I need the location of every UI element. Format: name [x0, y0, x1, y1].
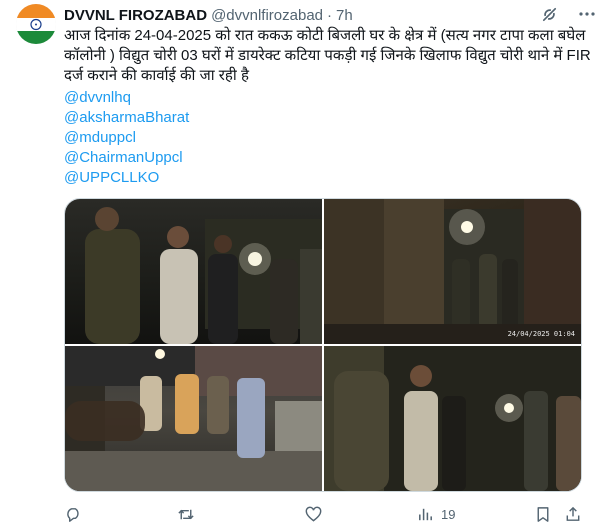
photo-2[interactable]: 24/04/2025 01:04 — [324, 199, 581, 344]
mention-link[interactable]: @aksharmaBharat — [64, 108, 189, 128]
bookmark-icon — [537, 506, 549, 522]
action-bar: 19 — [64, 504, 580, 524]
avatar[interactable] — [16, 4, 56, 44]
like-icon — [305, 506, 322, 522]
repost-button[interactable] — [176, 504, 196, 524]
bookmark-button[interactable] — [534, 504, 552, 524]
display-name[interactable]: DVVNL FIROZABAD — [64, 7, 207, 24]
photo-3[interactable] — [65, 346, 322, 491]
mention-list: @dvvnlhq @aksharmaBharat @mduppcl @Chair… — [64, 88, 189, 188]
post-header: DVVNL FIROZABAD @dvvnlfirozabad · 7h — [64, 4, 353, 26]
more-icon[interactable] — [577, 4, 597, 24]
photo-timestamp: 24/04/2025 01:04 — [507, 330, 575, 338]
repost-icon — [178, 509, 194, 519]
post-time[interactable]: 7h — [336, 7, 353, 24]
views-button[interactable]: 19 — [416, 504, 455, 524]
mention-link[interactable]: @mduppcl — [64, 128, 189, 148]
share-icon — [566, 506, 580, 521]
photo-1[interactable] — [65, 199, 322, 344]
post-body: आज दिनांक 24-04-2025 को रात ककऊ कोटी बिज… — [64, 27, 591, 84]
grok-icon[interactable] — [539, 4, 559, 24]
views-count: 19 — [441, 506, 456, 522]
mention-link[interactable]: @UPPCLLKO — [64, 168, 189, 188]
mention-link[interactable]: @dvvnlhq — [64, 88, 189, 108]
reply-button[interactable] — [64, 504, 83, 524]
mention-link[interactable]: @ChairmanUppcl — [64, 148, 189, 168]
photo-4[interactable] — [324, 346, 581, 491]
views-icon — [419, 508, 432, 520]
share-button[interactable] — [564, 504, 582, 524]
post-text: आज दिनांक 24-04-2025 को रात ककऊ कोटी बिज… — [64, 26, 594, 86]
reply-icon — [67, 507, 79, 522]
header-actions — [539, 4, 597, 24]
separator-dot: · — [327, 6, 333, 24]
media-grid: 24/04/2025 01:04 — [64, 198, 582, 492]
india-flag-avatar-icon — [16, 4, 56, 44]
like-button[interactable] — [304, 504, 323, 524]
handle[interactable]: @dvvnlfirozabad — [211, 7, 323, 24]
